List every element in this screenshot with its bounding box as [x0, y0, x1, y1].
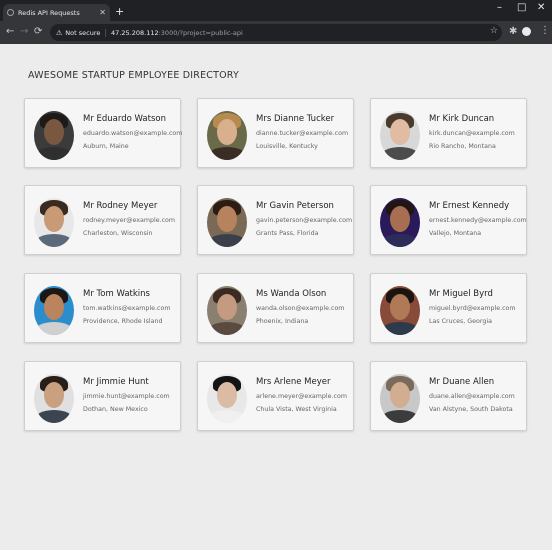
- employee-card[interactable]: Mr Miguel Byrd miguel.byrd@example.com Las…: [370, 273, 527, 343]
- employee-card[interactable]: Mr Gavin Peterson gavin.peterson@example.…: [197, 185, 354, 255]
- forward-arrow-icon[interactable]: →: [20, 26, 28, 38]
- employee-location: Chula Vista, West Virginia: [256, 406, 337, 413]
- extensions-icon[interactable]: ✱: [509, 26, 517, 38]
- employee-name: Mr Ernest Kennedy: [429, 201, 510, 211]
- employee-card[interactable]: Mr Jimmie Hunt jimmie.hunt@example.com Dot…: [24, 361, 181, 431]
- employee-avatar: [207, 111, 247, 160]
- employee-avatar: [207, 198, 247, 247]
- employee-email: rodney.meyer@example.com: [83, 217, 176, 224]
- employee-location: Providence, Rhode Island: [83, 318, 163, 325]
- browser-titlebar: Redis API Requests ✕ + – □ ✕: [0, 0, 552, 21]
- employee-avatar: [380, 111, 420, 160]
- warning-icon[interactable]: ⚠: [56, 29, 62, 37]
- employee-email: kirk.duncan@example.com: [429, 130, 515, 137]
- employee-location: Charleston, Wisconsin: [83, 230, 153, 237]
- employee-avatar: [380, 374, 420, 423]
- new-tab-button[interactable]: +: [115, 6, 124, 17]
- employee-email: eduardo.watson@example.com: [83, 130, 183, 137]
- employee-location: Louisville, Kentucky: [256, 143, 318, 150]
- employee-card[interactable]: Mrs Arlene Meyer arlene.meyer@example.com…: [197, 361, 354, 431]
- employee-card[interactable]: Ms Wanda Olson wanda.olson@example.com Pho…: [197, 273, 354, 343]
- security-label[interactable]: Not secure: [65, 29, 100, 37]
- employee-card[interactable]: Mr Ernest Kennedy ernest.kennedy@example.…: [370, 185, 527, 255]
- employee-name: Mr Kirk Duncan: [429, 114, 495, 124]
- employee-avatar: [34, 198, 74, 247]
- employee-location: Auburn, Maine: [83, 143, 129, 150]
- employee-email: duane.allen@example.com: [429, 393, 515, 400]
- employee-avatar: [34, 286, 74, 335]
- bookmark-star-icon[interactable]: ☆: [490, 26, 498, 36]
- tab-close-icon[interactable]: ✕: [99, 8, 106, 17]
- profile-avatar-icon[interactable]: [522, 27, 531, 36]
- tab-title: Redis API Requests: [18, 8, 80, 17]
- employee-location: Phoenix, Indiana: [256, 318, 309, 325]
- employee-email: dianne.tucker@example.com: [256, 130, 349, 137]
- employee-avatar: [380, 286, 420, 335]
- globe-icon: [7, 9, 14, 16]
- employee-name: Mr Gavin Peterson: [256, 201, 334, 211]
- employee-location: Dothan, New Mexico: [83, 406, 148, 413]
- employee-name: Mr Duane Allen: [429, 377, 495, 387]
- maximize-button[interactable]: □: [517, 3, 526, 13]
- url-path: :3000/?project=public-api: [158, 28, 243, 37]
- employee-name: Mr Jimmie Hunt: [83, 377, 149, 387]
- employee-email: wanda.olson@example.com: [256, 305, 345, 312]
- page-viewport: AWESOME STARTUP EMPLOYEE DIRECTORY Mr Ed…: [2, 44, 550, 548]
- reload-icon[interactable]: ⟳: [34, 26, 42, 38]
- close-window-button[interactable]: ✕: [537, 3, 545, 13]
- employee-card[interactable]: Mr Tom Watkins tom.watkins@example.com Pro…: [24, 273, 181, 343]
- employee-avatar: [34, 374, 74, 423]
- employee-name: Mr Tom Watkins: [83, 289, 150, 299]
- employee-location: Van Alstyne, South Dakota: [429, 406, 513, 413]
- browser-toolbar: ← → ⟳ ⚠ Not secure | 47.25.208.112 :3000…: [0, 21, 552, 44]
- employee-card[interactable]: Mr Kirk Duncan kirk.duncan@example.com Rio…: [370, 98, 527, 168]
- employee-card[interactable]: Mr Duane Allen duane.allen@example.com Van…: [370, 361, 527, 431]
- employee-name: Mr Eduardo Watson: [83, 114, 166, 124]
- back-arrow-icon[interactable]: ←: [6, 26, 14, 38]
- employee-name: Mr Rodney Meyer: [83, 201, 158, 211]
- url-host: 47.25.208.112: [111, 28, 159, 37]
- employee-name: Mrs Dianne Tucker: [256, 114, 335, 124]
- menu-dots-icon[interactable]: ⋮: [540, 25, 550, 36]
- employee-email: ernest.kennedy@example.com: [429, 217, 527, 224]
- browser-tab[interactable]: Redis API Requests ✕: [3, 4, 110, 21]
- employee-card[interactable]: Mr Rodney Meyer rodney.meyer@example.com C…: [24, 185, 181, 255]
- page-title: AWESOME STARTUP EMPLOYEE DIRECTORY: [28, 70, 240, 81]
- employee-name: Ms Wanda Olson: [256, 289, 327, 299]
- employee-location: Grants Pass, Florida: [256, 230, 319, 237]
- employee-name: Mrs Arlene Meyer: [256, 377, 331, 387]
- employee-location: Las Cruces, Georgia: [429, 318, 492, 325]
- employee-card[interactable]: Mrs Dianne Tucker dianne.tucker@example.c…: [197, 98, 354, 168]
- minimize-button[interactable]: –: [497, 3, 502, 13]
- employee-name: Mr Miguel Byrd: [429, 289, 493, 299]
- employee-avatar: [34, 111, 74, 160]
- employee-email: arlene.meyer@example.com: [256, 393, 347, 400]
- employee-email: gavin.peterson@example.com: [256, 217, 353, 224]
- employee-location: Vallejo, Montana: [429, 230, 482, 237]
- employee-email: tom.watkins@example.com: [83, 305, 171, 312]
- employee-email: jimmie.hunt@example.com: [83, 393, 170, 400]
- address-bar[interactable]: ⚠ Not secure | 47.25.208.112 :3000/?proj…: [50, 24, 502, 41]
- employee-avatar: [207, 286, 247, 335]
- employee-location: Rio Rancho, Montana: [429, 143, 496, 150]
- employee-card[interactable]: Mr Eduardo Watson eduardo.watson@example.…: [24, 98, 183, 168]
- employee-avatar: [380, 198, 420, 247]
- employee-email: miguel.byrd@example.com: [429, 305, 516, 312]
- employee-avatar: [207, 374, 247, 423]
- url-separator: |: [104, 28, 108, 37]
